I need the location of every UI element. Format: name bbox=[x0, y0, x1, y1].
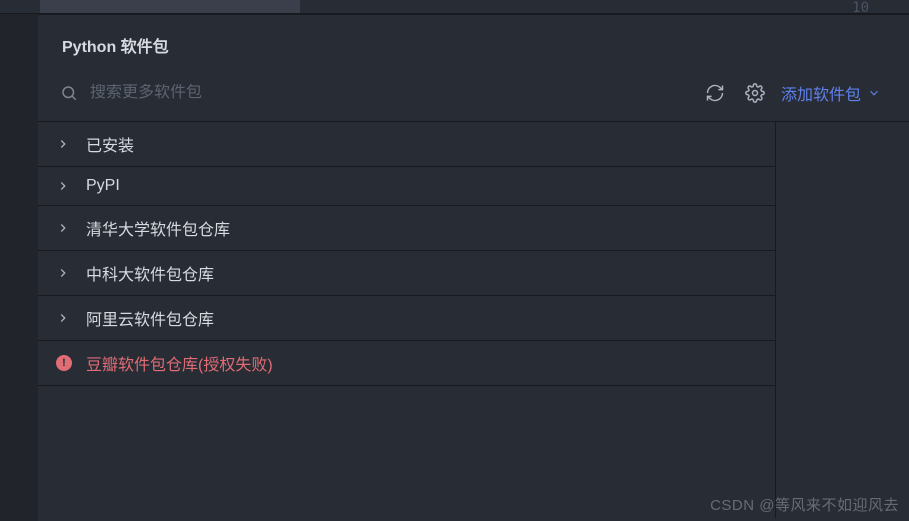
search-input[interactable] bbox=[90, 84, 689, 102]
search-icon bbox=[60, 84, 78, 102]
repo-label: 已安装 bbox=[86, 132, 134, 156]
repo-list: 已安装 PyPI 清华大学软件包仓库中科大软件包仓库阿里云软件包仓库! 豆瓣软件包仓库… bbox=[38, 122, 776, 518]
watermark: CSDN @等风来不如迎风去 bbox=[710, 494, 899, 515]
editor-tab[interactable] bbox=[40, 0, 300, 13]
left-gutter bbox=[0, 14, 38, 521]
repo-item-5[interactable]: ! 豆瓣软件包仓库(授权失败) bbox=[38, 341, 775, 386]
error-icon: ! bbox=[56, 355, 72, 371]
chevron-down-icon bbox=[867, 86, 881, 100]
content-area: 已安装 PyPI 清华大学软件包仓库中科大软件包仓库阿里云软件包仓库! 豆瓣软件包仓库… bbox=[38, 122, 909, 518]
repo-label: PyPI bbox=[86, 177, 120, 195]
repo-item-4[interactable]: 阿里云软件包仓库 bbox=[38, 296, 775, 341]
packages-panel: Python 软件包 添加软件包 bbox=[38, 14, 909, 521]
repo-item-0[interactable]: 已安装 bbox=[38, 122, 775, 167]
repo-item-1[interactable]: PyPI bbox=[38, 167, 775, 206]
top-bar: 10 bbox=[0, 0, 909, 14]
repo-label: 清华大学软件包仓库 bbox=[86, 216, 230, 240]
search-row: 添加软件包 bbox=[38, 71, 909, 122]
repo-label: 中科大软件包仓库 bbox=[86, 261, 214, 285]
chevron-right-icon bbox=[56, 266, 72, 280]
gear-icon[interactable] bbox=[741, 79, 769, 107]
add-package-link[interactable]: 添加软件包 bbox=[781, 81, 899, 105]
repo-label: 阿里云软件包仓库 bbox=[86, 306, 214, 330]
add-package-label: 添加软件包 bbox=[781, 81, 861, 105]
refresh-icon[interactable] bbox=[701, 79, 729, 107]
panel-title: Python 软件包 bbox=[38, 15, 909, 71]
side-area bbox=[776, 122, 909, 518]
chevron-right-icon bbox=[56, 221, 72, 235]
chevron-right-icon bbox=[56, 137, 72, 151]
repo-item-2[interactable]: 清华大学软件包仓库 bbox=[38, 206, 775, 251]
chevron-right-icon bbox=[56, 311, 72, 325]
chevron-right-icon bbox=[56, 179, 72, 193]
repo-item-3[interactable]: 中科大软件包仓库 bbox=[38, 251, 775, 296]
repo-label: 豆瓣软件包仓库(授权失败) bbox=[86, 351, 273, 375]
